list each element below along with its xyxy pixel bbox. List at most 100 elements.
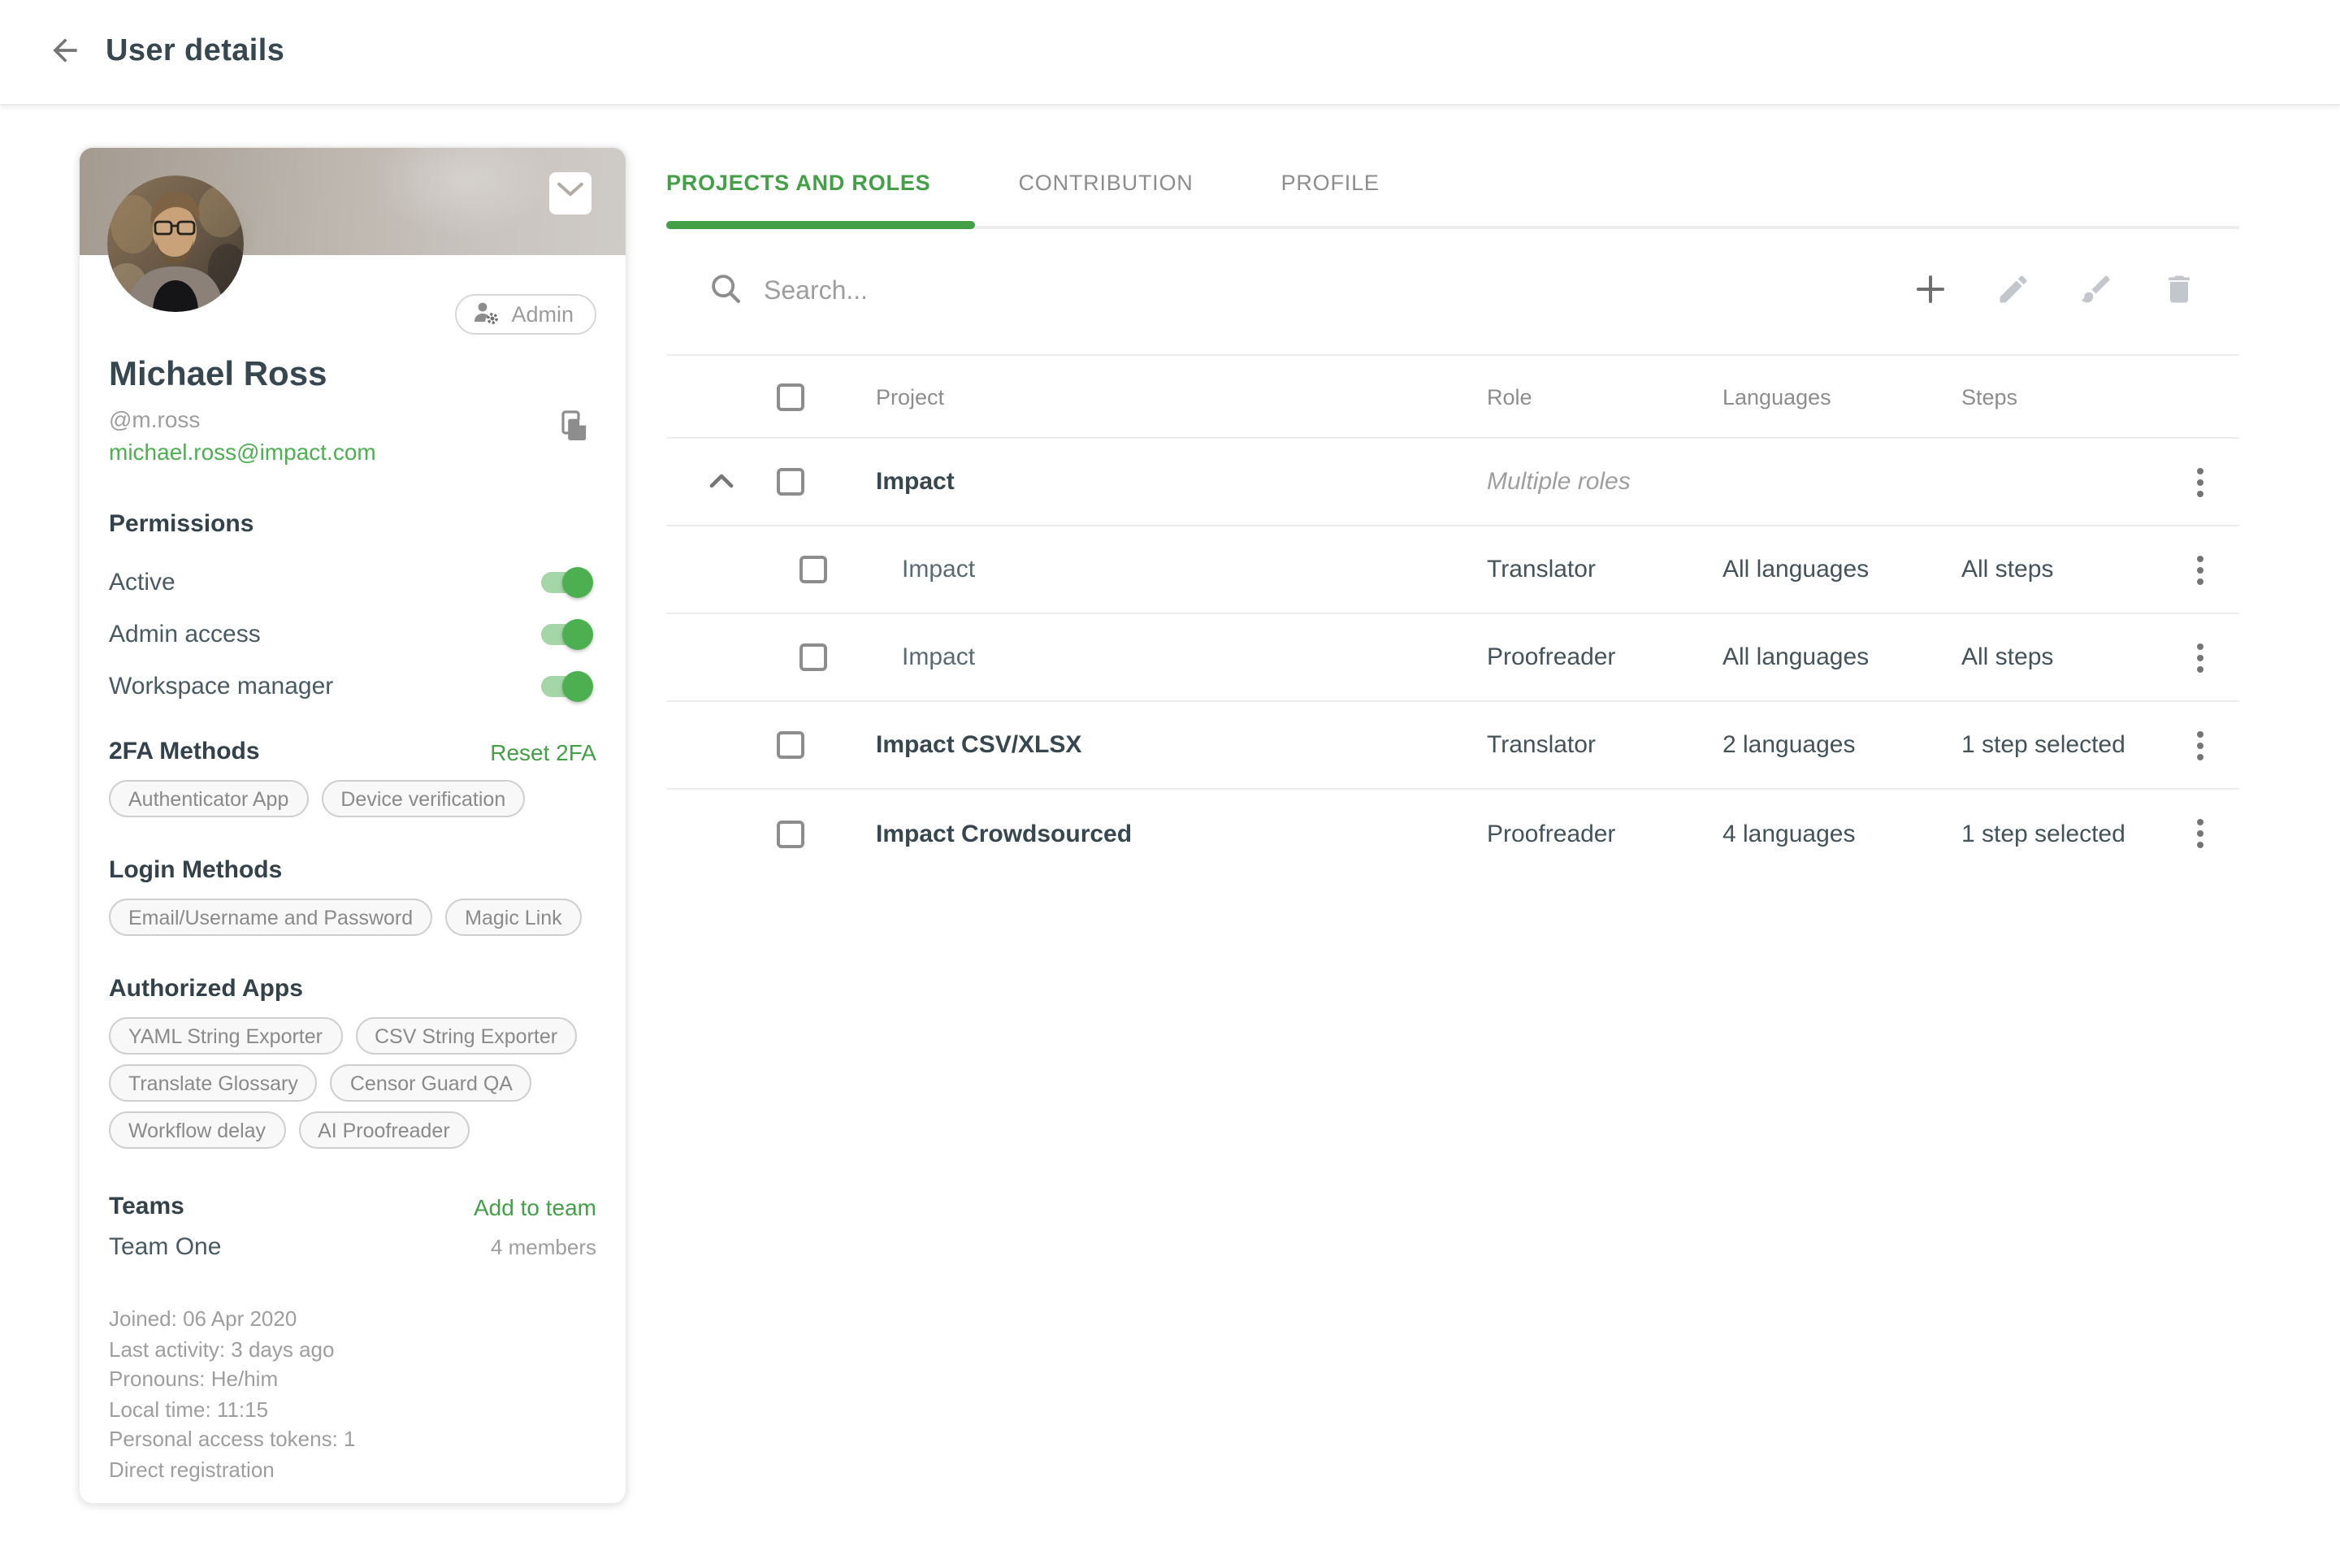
toggle-label: Active [109, 568, 176, 596]
authorized-apps-title: Authorized Apps [109, 975, 303, 1003]
row-menu-button[interactable] [2181, 633, 2220, 682]
twofa-chips: Authenticator App Device verification [109, 780, 596, 817]
role-value: Multiple roles [1472, 468, 1708, 496]
meta-pronouns: Pronouns: He/him [109, 1365, 596, 1395]
table-row-group-impact: Impact Multiple roles [666, 439, 2239, 526]
projects-roles-table: Project Role Languages Steps Impact Mul [666, 354, 2239, 877]
workspace-manager-toggle[interactable] [541, 675, 590, 696]
arrow-left-icon [47, 32, 83, 72]
twofa-chip: Authenticator App [109, 780, 308, 817]
admin-access-toggle[interactable] [541, 623, 590, 644]
meta-local-time: Local time: 11:15 [109, 1395, 596, 1425]
tab-projects-and-roles[interactable]: PROJECTS AND ROLES [666, 135, 974, 229]
project-name: Impact CSV/XLSX [832, 731, 1472, 759]
role-value: Translator [1472, 731, 1708, 759]
reset-2fa-link[interactable]: Reset 2FA [490, 739, 596, 765]
authorized-apps-header: Authorized Apps [109, 975, 596, 1003]
app-chip: Workflow delay [109, 1111, 285, 1149]
delete-button[interactable] [2160, 272, 2199, 311]
row-checkbox[interactable] [800, 643, 827, 671]
login-method-chip: Email/Username and Password [109, 899, 432, 936]
search-input[interactable] [764, 277, 1446, 306]
languages-value: All languages [1708, 556, 1947, 583]
edit-button[interactable] [1994, 272, 2033, 311]
active-toggle[interactable] [541, 571, 590, 592]
twofa-title: 2FA Methods [109, 738, 260, 765]
table-toolbar [1911, 272, 2239, 311]
tab-profile[interactable]: PROFILE [1237, 135, 1424, 229]
app-chip: YAML String Exporter [109, 1017, 342, 1055]
twofa-chip: Device verification [321, 780, 525, 817]
authorized-app-chips: YAML String Exporter CSV String Exporter… [109, 1017, 596, 1149]
delete-icon [2161, 271, 2197, 312]
column-header-steps: Steps [1947, 384, 2161, 409]
main-panel: PROJECTS AND ROLES CONTRIBUTION PROFILE [666, 106, 2239, 877]
brush-icon [2078, 271, 2114, 312]
toggle-label: Admin access [109, 620, 261, 648]
app-chip: Translate Glossary [109, 1064, 318, 1102]
page-title: User details [106, 34, 284, 70]
user-meta-block: Joined: 06 Apr 2020 Last activity: 3 day… [109, 1305, 596, 1485]
user-details-page: User details [0, 0, 2340, 1568]
meta-access-tokens: Personal access tokens: 1 [109, 1425, 596, 1455]
row-menu-button[interactable] [2181, 809, 2220, 858]
column-header-languages: Languages [1708, 384, 1947, 409]
languages-value: 2 languages [1708, 731, 1947, 759]
column-header-role: Role [1472, 384, 1708, 409]
table-row-impact-translator: Impact Translator All languages All step… [666, 526, 2239, 614]
tab-contribution[interactable]: CONTRIBUTION [974, 135, 1237, 229]
team-name: Team One [109, 1233, 221, 1261]
select-all-checkbox[interactable] [777, 383, 804, 410]
search-icon [666, 271, 743, 313]
table-row-impact-proofreader: Impact Proofreader All languages All ste… [666, 614, 2239, 702]
row-checkbox[interactable] [777, 468, 804, 496]
table-header-row: Project Role Languages Steps [666, 354, 2239, 439]
row-menu-button[interactable] [2181, 721, 2220, 769]
search-toolbar-row [666, 229, 2239, 354]
app-chip: Censor Guard QA [331, 1064, 532, 1102]
collapse-button[interactable] [702, 462, 741, 501]
tab-bar: PROJECTS AND ROLES CONTRIBUTION PROFILE [666, 135, 2239, 229]
meta-last-activity: Last activity: 3 days ago [109, 1335, 596, 1365]
steps-value: 1 step selected [1947, 820, 2161, 847]
toggle-label: Workspace manager [109, 672, 333, 700]
add-to-team-link[interactable]: Add to team [474, 1193, 596, 1219]
login-methods-title: Login Methods [109, 856, 282, 884]
teams-title: Teams [109, 1193, 184, 1220]
copy-button[interactable] [554, 408, 593, 447]
add-button[interactable] [1911, 272, 1950, 311]
identity-block: Michael Ross @m.ross michael.ross@impact… [109, 356, 596, 468]
project-name: Impact [832, 556, 1472, 583]
permission-row-active: Active [109, 557, 596, 606]
user-name: Michael Ross [109, 356, 596, 395]
login-methods-header: Login Methods [109, 856, 596, 884]
back-button[interactable] [44, 31, 86, 73]
row-checkbox[interactable] [777, 731, 804, 759]
meta-registration: Direct registration [109, 1455, 596, 1485]
table-row-impact-crowdsourced: Impact Crowdsourced Proofreader 4 langua… [666, 790, 2239, 877]
row-checkbox[interactable] [800, 556, 827, 583]
search-box [666, 271, 1911, 313]
steps-value: All steps [1947, 643, 2161, 671]
table-row-impact-csv-xlsx: Impact CSV/XLSX Translator 2 languages 1… [666, 702, 2239, 790]
permission-row-workspace-manager: Workspace manager [109, 661, 596, 710]
user-email-link[interactable]: michael.ross@impact.com [109, 439, 376, 465]
languages-value: All languages [1708, 643, 1947, 671]
edit-icon [1996, 271, 2031, 312]
permissions-title: Permissions [109, 510, 596, 538]
admin-badge-label: Admin [511, 302, 574, 327]
profile-card-body: Admin Michael Ross @m.ross michael.ross@… [80, 148, 626, 1503]
languages-value: 4 languages [1708, 820, 1947, 847]
twofa-header: 2FA Methods Reset 2FA [109, 738, 596, 765]
role-value: Proofreader [1472, 820, 1708, 847]
login-method-chip: Magic Link [445, 899, 582, 936]
steps-value: 1 step selected [1947, 731, 2161, 759]
profile-card: Admin Michael Ross @m.ross michael.ross@… [78, 146, 627, 1505]
clear-filters-button[interactable] [2077, 272, 2116, 311]
login-method-chips: Email/Username and Password Magic Link [109, 899, 596, 936]
row-checkbox[interactable] [777, 820, 804, 847]
row-menu-button[interactable] [2181, 457, 2220, 506]
row-menu-button[interactable] [2181, 545, 2220, 594]
user-gear-icon [472, 300, 500, 329]
admin-badge: Admin [454, 294, 596, 335]
